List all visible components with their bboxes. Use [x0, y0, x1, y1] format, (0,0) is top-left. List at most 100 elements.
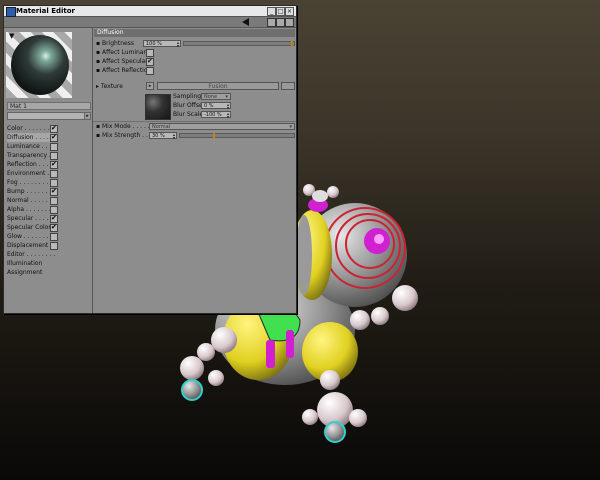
channel-item[interactable]: Environment . . [7, 169, 91, 178]
channel-label: Glow . . . . . . . . [7, 233, 53, 240]
maximize-button[interactable]: □ [276, 7, 285, 16]
mix-mode-dropdown[interactable]: Normal ▾ [149, 123, 295, 130]
channel-item[interactable]: Diffusion . . . . . [7, 133, 91, 142]
channel-item[interactable]: Reflection . . . . [7, 160, 91, 169]
mix-strength-slider[interactable] [179, 133, 295, 138]
channel-label: Editor . . . . . . . . [7, 251, 56, 258]
lock-icon[interactable] [276, 18, 285, 27]
mix-mode-row: ▪ Mix Mode . . . . . . Normal ▾ [96, 122, 295, 131]
mix-strength-label: ▪ Mix Strength . . [96, 132, 148, 139]
channel-label: Illumination [7, 260, 43, 267]
channel-item[interactable]: Illumination [7, 259, 91, 268]
channel-label: Reflection . . . . [7, 161, 53, 168]
channel-checkbox[interactable] [50, 133, 58, 142]
texture-more-button[interactable] [281, 82, 295, 90]
affect-specular-label: ▪ Affect Specular [96, 58, 148, 65]
channel-list: Color . . . . . . . .Diffusion . . . . .… [7, 124, 91, 277]
channel-checkbox[interactable] [50, 214, 58, 223]
blur-scale-field[interactable]: -100 % ▴ ▾ [201, 111, 231, 119]
back-arrow-icon[interactable] [242, 18, 249, 26]
channel-item[interactable]: Specular . . . . . . [7, 214, 91, 223]
spinner-icon[interactable]: ▴ ▾ [227, 103, 229, 110]
sampling-dropdown[interactable]: None ▾ [201, 93, 231, 100]
brightness-label: ▪ Brightness [96, 40, 134, 47]
channel-item[interactable]: Normal . . . . . . . [7, 196, 91, 205]
channel-checkbox[interactable] [50, 124, 58, 133]
texture-thumbnail[interactable] [145, 94, 171, 120]
spinner-icon[interactable]: ▴ ▾ [173, 133, 175, 140]
title-bar[interactable]: Material Editor _ □ × [4, 6, 296, 17]
material-name[interactable]: Mat 1 [7, 102, 91, 110]
channel-checkbox[interactable] [50, 170, 58, 178]
channel-checkbox[interactable] [50, 179, 58, 187]
close-button[interactable]: × [285, 7, 294, 16]
channel-checkbox[interactable] [50, 223, 58, 232]
channel-checkbox[interactable] [50, 152, 58, 160]
channel-label: Specular . . . . . . [7, 215, 57, 222]
channel-item[interactable]: Bump . . . . . . . . [7, 187, 91, 196]
channel-label: Assignment [7, 269, 43, 276]
texture-name-button[interactable]: Fusion [157, 82, 279, 90]
panel-button-1[interactable] [267, 18, 276, 27]
channel-label: Alpha . . . . . . . . [7, 206, 55, 213]
channel-label: Diffusion . . . . . [7, 133, 56, 142]
brightness-slider[interactable] [183, 41, 295, 46]
affect-reflection-label: ▪ Affect Reflection [96, 67, 152, 74]
texture-menu-button[interactable]: ▸ [146, 82, 154, 90]
channel-item[interactable]: Fog . . . . . . . . . [7, 178, 91, 187]
channel-item[interactable]: Luminance . . . . [7, 142, 91, 151]
channel-item[interactable]: Specular Color [7, 223, 91, 232]
channel-item[interactable]: Color . . . . . . . . [7, 124, 91, 133]
dropdown-arrow-icon: ▾ [289, 124, 292, 130]
preview-menu-icon[interactable]: ▼ [9, 32, 14, 40]
blur-offset-field[interactable]: 0 % ▴ ▾ [201, 102, 231, 110]
sampling-label: Sampling [173, 93, 202, 100]
app-icon [6, 7, 16, 17]
channel-item[interactable]: Transparency . . [7, 151, 91, 160]
mix-strength-field[interactable]: 30 % ▴ ▾ [149, 132, 177, 140]
channel-item[interactable]: Glow . . . . . . . . [7, 232, 91, 241]
channel-checkbox[interactable] [50, 242, 58, 250]
dropdown-arrow-icon: ▾ [225, 94, 228, 100]
channel-checkbox[interactable] [50, 197, 58, 205]
material-name-field[interactable] [7, 112, 85, 120]
spinner-icon[interactable]: ▴ ▾ [177, 41, 179, 48]
texture-label: ▸ Texture [96, 83, 123, 90]
brightness-field[interactable]: 100 % ▴ ▾ [143, 40, 181, 48]
affect-luminance-checkbox[interactable] [146, 49, 154, 57]
window-title: Material Editor [16, 7, 75, 15]
channel-label: Transparency . . [7, 152, 55, 159]
panel-button-2[interactable] [285, 18, 294, 27]
channel-label: Fog . . . . . . . . . [7, 179, 53, 186]
material-field-arrow-icon[interactable]: ▸ [84, 112, 91, 120]
material-editor-window[interactable]: Material Editor _ □ × ▼ Mat 1 ▸ Color . … [3, 5, 297, 314]
channel-label: Environment . . [7, 170, 53, 177]
editor-toolbar [4, 17, 296, 28]
channel-label: Displacement [7, 242, 49, 249]
mix-strength-row: ▪ Mix Strength . . 30 % ▴ ▾ [96, 131, 295, 140]
channel-pane: ▼ Mat 1 ▸ Color . . . . . . . .Diffusion… [4, 28, 93, 313]
spinner-icon[interactable]: ▴ ▾ [227, 112, 229, 119]
affect-specular-checkbox[interactable] [146, 57, 154, 66]
channel-label: Normal . . . . . . . [7, 197, 56, 204]
diffusion-pane: Diffusion ▪ Brightness 100 % ▴ ▾ ▪ Affect … [93, 28, 296, 313]
channel-checkbox[interactable] [50, 143, 58, 151]
channel-item[interactable]: Displacement [7, 241, 91, 250]
channel-item[interactable]: Assignment [7, 268, 91, 277]
mix-strength-slider-thumb[interactable] [213, 133, 215, 138]
brightness-slider-thumb[interactable] [291, 41, 293, 46]
channel-label: Luminance . . . . [7, 143, 56, 150]
texture-row: ▸ Texture ▸ Fusion [96, 82, 295, 91]
channel-checkbox[interactable] [50, 187, 58, 196]
channel-item[interactable]: Editor . . . . . . . . [7, 250, 91, 259]
section-header: Diffusion [94, 29, 295, 37]
blur-scale-label: Blur Scale [173, 111, 204, 118]
channel-label: Specular Color [7, 224, 51, 231]
affect-reflection-checkbox[interactable] [146, 67, 154, 75]
material-preview[interactable]: ▼ [6, 32, 72, 98]
channel-checkbox[interactable] [50, 206, 58, 214]
channel-checkbox[interactable] [50, 160, 58, 169]
minimize-button[interactable]: _ [267, 7, 276, 16]
channel-checkbox[interactable] [50, 233, 58, 241]
channel-item[interactable]: Alpha . . . . . . . . [7, 205, 91, 214]
